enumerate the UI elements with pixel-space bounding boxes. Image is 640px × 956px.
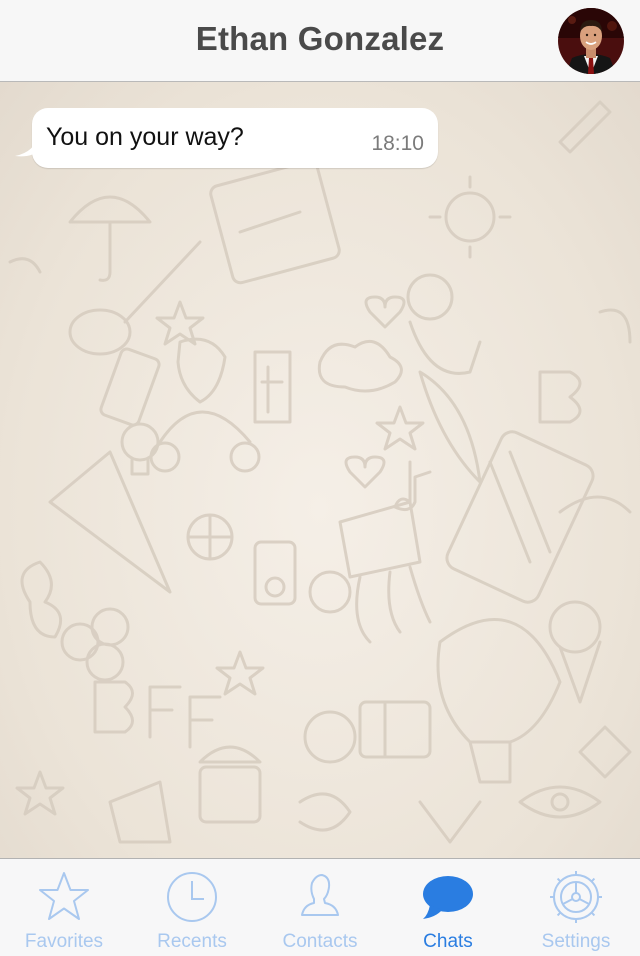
tab-label-chats: Chats — [423, 931, 473, 952]
chat-header: Ethan Gonzalez — [0, 0, 640, 82]
tab-label-favorites: Favorites — [24, 931, 104, 952]
person-icon — [301, 874, 339, 916]
tab-recents[interactable]: Recents — [128, 859, 256, 956]
clock-icon — [167, 872, 217, 922]
chat-screen: Ethan Gonzalez You on your way? 18:10 Fa… — [0, 0, 640, 956]
tab-favorites[interactable]: Favorites — [0, 859, 128, 956]
tab-contacts[interactable]: Contacts — [256, 859, 384, 956]
bubble-tail — [15, 134, 40, 157]
chat-area[interactable]: You on your way? 18:10 — [0, 82, 640, 858]
chat-bubble-icon — [423, 876, 473, 919]
message-bubble[interactable]: You on your way? 18:10 — [32, 108, 438, 168]
tab-label-recents: Recents — [157, 931, 227, 952]
star-icon — [39, 872, 89, 920]
tab-bar: Favorites Recents Contacts Chats Setting… — [0, 858, 640, 956]
tab-chats[interactable]: Chats — [384, 859, 512, 956]
doodle-wallpaper — [8, 100, 632, 844]
tab-label-contacts: Contacts — [282, 931, 358, 952]
tab-settings[interactable]: Settings — [512, 859, 640, 956]
message-text: You on your way? — [46, 123, 244, 151]
message-time: 18:10 — [371, 132, 424, 155]
tab-label-settings: Settings — [541, 931, 611, 952]
contact-name[interactable]: Ethan Gonzalez — [0, 20, 640, 58]
contact-avatar[interactable] — [558, 8, 624, 74]
gear-icon — [550, 871, 602, 923]
